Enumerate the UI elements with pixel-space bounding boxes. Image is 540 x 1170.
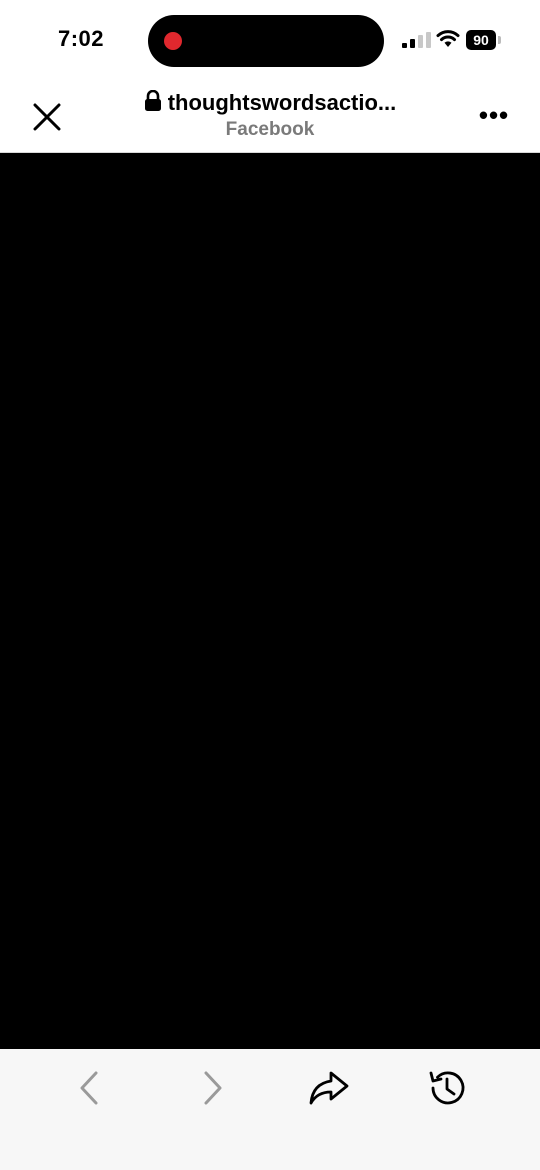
battery-level: 90 (466, 30, 496, 50)
in-app-browser-header: thoughtswordsactio... Facebook ••• (0, 80, 540, 153)
battery-icon: 90 (466, 30, 506, 50)
page-title-block: thoughtswordsactio... Facebook (100, 90, 440, 141)
history-icon[interactable] (424, 1065, 470, 1111)
web-content-area[interactable] (0, 153, 540, 1049)
browser-toolbar (0, 1049, 540, 1170)
page-url: thoughtswordsactio... (167, 90, 397, 115)
dynamic-island (148, 15, 384, 67)
cellular-signal-icon (402, 32, 431, 48)
battery-tip (498, 36, 501, 44)
share-icon[interactable] (306, 1065, 352, 1111)
status-bar: 7:02 90 (0, 0, 540, 80)
status-time: 7:02 (58, 26, 105, 51)
recording-indicator-icon (164, 32, 182, 50)
lock-icon (144, 90, 161, 111)
more-options-button[interactable]: ••• (474, 102, 514, 128)
chevron-left-icon[interactable] (68, 1065, 114, 1111)
close-icon[interactable] (28, 98, 66, 136)
url-line: thoughtswordsactio... (100, 90, 440, 116)
wifi-icon (436, 30, 460, 47)
source-app-label: Facebook (225, 119, 315, 140)
chevron-right-icon[interactable] (188, 1065, 234, 1111)
